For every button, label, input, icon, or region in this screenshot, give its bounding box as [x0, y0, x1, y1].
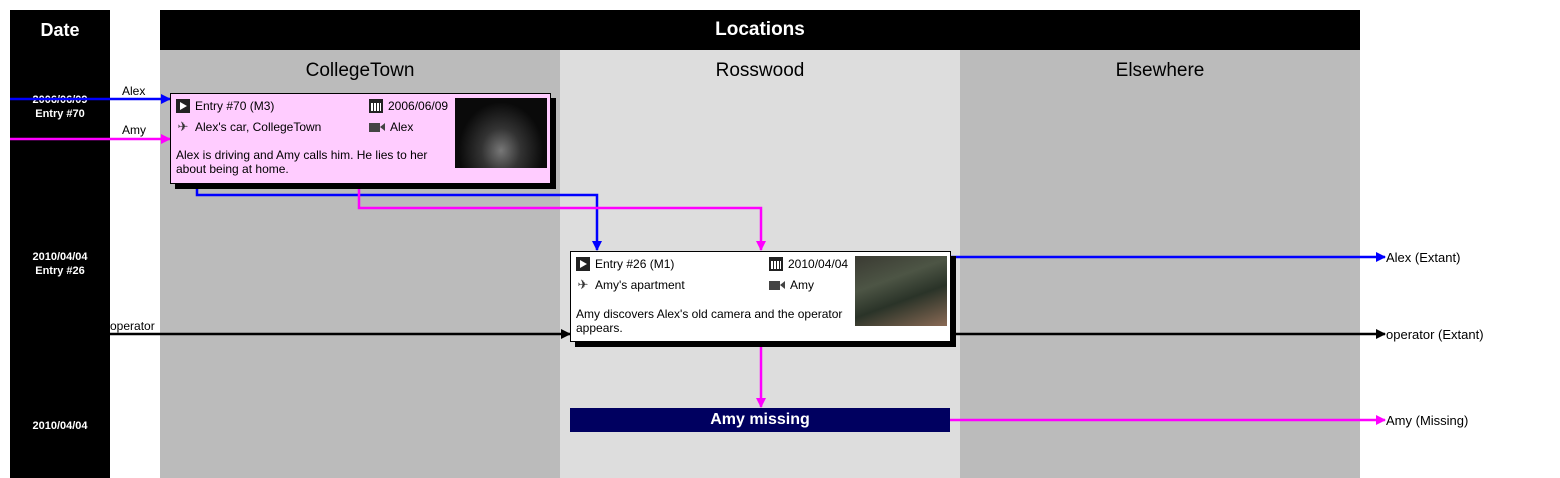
entry-card-26[interactable]: Entry #26 (M1) 2010/04/04 ✈ Amy's apartm…	[570, 251, 951, 342]
entry-description: Amy discovers Alex's old camera and the …	[576, 307, 843, 335]
entry-place: Alex's car, CollegeTown	[195, 120, 322, 134]
calendar-icon	[769, 257, 783, 271]
entry-camera: Alex	[390, 120, 414, 134]
alex-outcome-label: Alex (Extant)	[1386, 250, 1461, 265]
entry-date: 2006/06/09	[388, 99, 449, 113]
play-icon[interactable]	[176, 99, 190, 113]
entry-date: 2010/04/04	[788, 257, 849, 271]
alex-line-mid	[195, 183, 602, 251]
entry-description: Alex is driving and Amy calls him. He li…	[176, 148, 428, 176]
entry-title: Entry #70 (M3)	[195, 99, 275, 113]
event-missing-bar[interactable]: Amy missing	[570, 408, 950, 432]
play-icon[interactable]	[576, 257, 590, 271]
entry-thumbnail[interactable]	[455, 98, 547, 168]
alex-line-label: Alex	[122, 84, 146, 98]
amy-outcome-label: Amy (Missing)	[1386, 413, 1469, 428]
timeline-connectors	[10, 94, 1386, 425]
entry-place: Amy's apartment	[595, 278, 685, 292]
entry-thumbnail[interactable]	[855, 256, 947, 326]
calendar-icon	[369, 99, 383, 113]
operator-outcome-label: operator (Extant)	[1386, 327, 1484, 342]
operator-line-label: operator	[110, 319, 155, 333]
pin-icon: ✈	[177, 119, 189, 134]
amy-line-label: Amy	[122, 123, 146, 137]
entry-card-70[interactable]: Entry #70 (M3) 2006/06/09 ✈ Alex's car, …	[170, 93, 551, 184]
camera-icon	[369, 120, 385, 134]
camera-icon	[769, 278, 785, 292]
amy-line-mid	[357, 183, 766, 251]
entry-camera: Amy	[790, 278, 814, 292]
pin-icon: ✈	[577, 277, 589, 292]
entry-title: Entry #26 (M1)	[595, 257, 675, 271]
